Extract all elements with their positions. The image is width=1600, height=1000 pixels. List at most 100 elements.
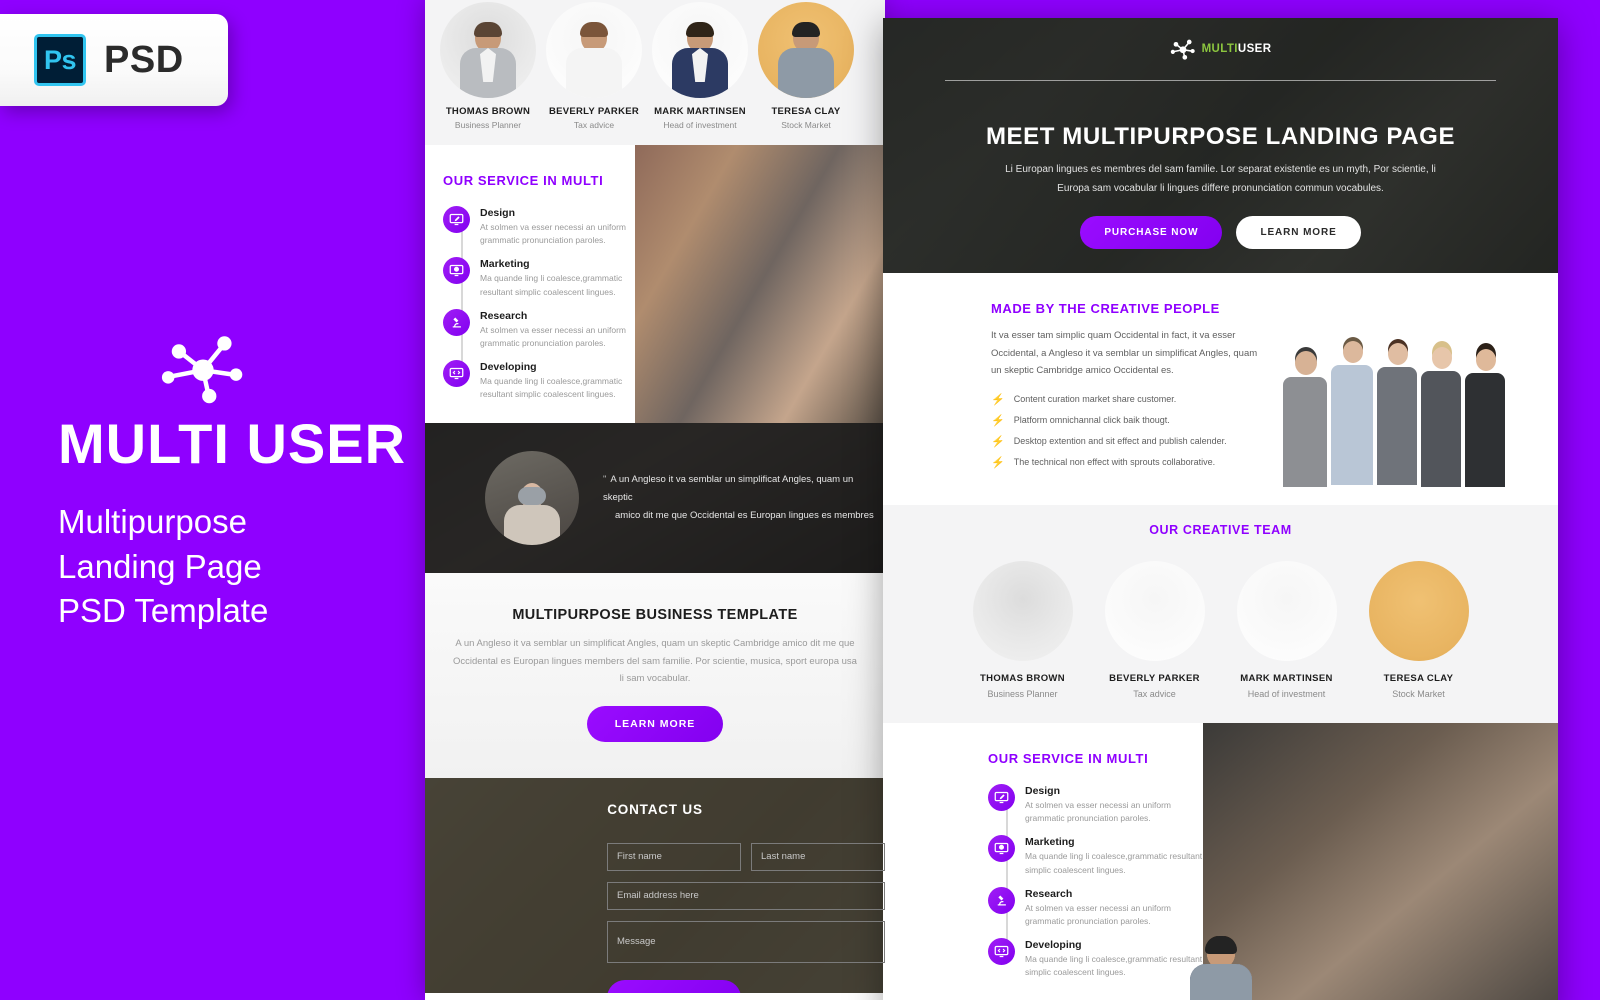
cta-heading: MULTIPURPOSE BUSINESS TEMPLATE xyxy=(512,607,798,623)
right-preview-panel: MULTIUSER MEET MULTIPURPOSE LANDING PAGE… xyxy=(883,18,1558,1000)
avatar xyxy=(440,2,536,98)
email-input[interactable] xyxy=(607,881,885,910)
team-member-role: Stock Market xyxy=(781,120,831,130)
network-nodes-icon xyxy=(1170,39,1195,60)
service-title: Research xyxy=(480,309,528,322)
marketing-monitor-icon xyxy=(443,257,470,285)
avatar xyxy=(1189,561,1337,1000)
mid-cta-section: MULTIPURPOSE BUSINESS TEMPLATE A un Angl… xyxy=(425,573,885,778)
team-member-card[interactable]: MARK MARTINSEN Head of investment xyxy=(1189,561,1342,1000)
psd-format-badge: Ps PSD xyxy=(0,14,228,106)
mid-testimonial-section: " A un Angleso it va semblar un simplific… xyxy=(425,423,885,573)
team-member-card: THOMAS BROWN Business Planner xyxy=(435,0,541,145)
team-member-role: Tax advice xyxy=(1133,689,1176,699)
made-by-bullet-list: ⚡ Content curation market share customer… xyxy=(991,394,1261,469)
team-member-card[interactable]: TERESA CLAY Stock Market xyxy=(1189,561,1474,1000)
learn-more-button[interactable]: LEARN MORE xyxy=(586,705,724,742)
list-item: ⚡ Desktop extention and sit effect and p… xyxy=(991,436,1261,448)
service-item[interactable]: Design At solmen va esser necessi an uni… xyxy=(443,206,635,247)
service-item[interactable]: Research At solmen va esser necessi an u… xyxy=(443,308,635,350)
avatar xyxy=(758,2,854,98)
bullet-text: Desktop extention and sit effect and pub… xyxy=(1013,435,1227,446)
service-heading: OUR SERVICE IN MULTI xyxy=(988,751,1149,766)
team-member-card: TERESA CLAY Stock Market xyxy=(753,0,859,145)
design-monitor-icon xyxy=(443,206,470,233)
made-by-heading: MADE BY THE CREATIVE PEOPLE xyxy=(991,301,1220,316)
service-item[interactable]: Design At solmen va esser necessi an uni… xyxy=(988,784,1203,825)
team-member-card[interactable]: BEVERLY PARKER Tax advice xyxy=(1100,561,1252,1000)
hero-heading: MEET MULTIPURPOSE LANDING PAGE xyxy=(985,123,1456,150)
avatar xyxy=(652,2,748,98)
team-heading: OUR CREATIVE TEAM xyxy=(1149,523,1292,537)
service-heading: OUR SERVICE IN MULTI xyxy=(443,173,604,188)
service-photo xyxy=(635,145,885,423)
message-input[interactable] xyxy=(607,920,885,963)
promo-panel: MULTI USER Multipurpose Landing Page PSD… xyxy=(0,330,425,634)
promo-title: MULTI USER xyxy=(58,412,407,475)
hero-paragraph: Li Europan lingues es membres del sam fa… xyxy=(1005,164,1436,194)
team-member-role: Stock Market xyxy=(1392,689,1445,699)
promo-subtitle: Multipurpose Landing Page PSD Template xyxy=(58,500,425,634)
site-logo[interactable]: MULTIUSER xyxy=(883,38,1558,60)
contact-submit-button[interactable]: CONTACT US xyxy=(607,979,742,993)
logo-text-user: USER xyxy=(1237,43,1272,55)
service-list: Design At solmen va esser necessi an uni… xyxy=(443,206,635,401)
service-desc: Ma quande ling li coalesce,grammatic res… xyxy=(480,376,623,400)
avatar xyxy=(1189,561,1469,1000)
first-name-input[interactable] xyxy=(607,842,741,871)
service-item[interactable]: Marketing Ma quande ling li coalesce,gra… xyxy=(988,835,1203,876)
service-desc: At solmen va esser necessi an uniform gr… xyxy=(1025,800,1171,824)
service-desc: At solmen va esser necessi an uniform gr… xyxy=(1025,902,1171,926)
team-member-role: Business Planner xyxy=(987,689,1058,699)
service-list: Design At solmen va esser necessi an uni… xyxy=(988,784,1203,979)
promo-subtitle-line-2: Landing Page xyxy=(58,547,262,585)
list-item: ⚡ Content curation market share customer… xyxy=(991,394,1261,406)
bullet-text: Content curation market share customer. xyxy=(1013,393,1177,404)
contact-heading: CONTACT US xyxy=(607,801,703,817)
service-item[interactable]: Developing Ma quande ling li coalesce,gr… xyxy=(988,938,1203,979)
purchase-now-button[interactable]: PURCHASE NOW xyxy=(1080,216,1223,249)
service-item[interactable]: Developing Ma quande ling li coalesce,gr… xyxy=(443,360,635,401)
creative-team-section: OUR CREATIVE TEAM THOMAS BROWN Business … xyxy=(883,505,1558,1000)
team-member-name: MARK MARTINSEN xyxy=(654,106,746,117)
team-member-name: TERESA CLAY xyxy=(771,106,841,117)
service-item[interactable]: Research At solmen va esser necessi an u… xyxy=(988,886,1203,928)
developing-code-icon xyxy=(443,360,470,388)
team-member-name: BEVERLY PARKER xyxy=(1109,673,1200,684)
psd-badge-label: PSD xyxy=(104,38,184,81)
testimonial-text: " A un Angleso it va semblar un simplific… xyxy=(603,471,885,525)
cta-paragraph: A un Angleso it va semblar un simplifica… xyxy=(453,638,857,685)
made-by-paragraph: It va esser tam simplic quam Occidental … xyxy=(991,330,1258,377)
service-desc: At solmen va esser necessi an uniform gr… xyxy=(480,222,626,246)
mid-contact-section: CONTACT US CONTACT US xyxy=(425,777,885,993)
service-title: Design xyxy=(480,207,516,219)
bolt-icon: ⚡ xyxy=(991,414,1005,427)
hero-divider xyxy=(945,80,1496,81)
research-microscope-icon xyxy=(988,886,1015,914)
marketing-monitor-icon xyxy=(988,835,1015,863)
last-name-input[interactable] xyxy=(751,842,885,871)
team-member-name: MARK MARTINSEN xyxy=(1240,673,1333,684)
service-desc: Ma quande ling li coalesce,grammatic res… xyxy=(1025,851,1203,875)
service-title: Developing xyxy=(1025,939,1082,952)
bolt-icon: ⚡ xyxy=(991,456,1005,469)
made-by-section: MADE BY THE CREATIVE PEOPLE It va esser … xyxy=(883,273,1558,505)
quote-mark: " xyxy=(603,473,607,485)
promo-subtitle-line-1: Multipurpose xyxy=(58,503,247,540)
learn-more-button[interactable]: LEARN MORE xyxy=(1236,216,1361,249)
team-member-role: Head of investment xyxy=(1247,689,1326,699)
service-photo xyxy=(1203,723,1558,1000)
service-desc: Ma quande ling li coalesce,grammatic res… xyxy=(1025,954,1203,978)
team-member-name: BEVERLY PARKER xyxy=(548,106,640,117)
team-member-role: Business Planner xyxy=(454,120,522,130)
testimonial-line-1: A un Angleso it va semblar un simplifica… xyxy=(603,473,854,503)
team-member-card[interactable]: THOMAS BROWN Business Planner xyxy=(968,561,1252,1000)
middle-preview-panel: THOMAS BROWN Business Planner BEVERLY PA… xyxy=(425,0,885,1000)
service-desc: Ma quande ling li coalesce,grammatic res… xyxy=(480,273,623,297)
mid-team-strip: THOMAS BROWN Business Planner BEVERLY PA… xyxy=(425,0,885,145)
bullet-text: The technical non effect with sprouts co… xyxy=(1013,456,1216,467)
team-member-name: TERESA CLAY xyxy=(1383,673,1454,684)
service-title: Marketing xyxy=(480,258,530,271)
team-member-name: THOMAS BROWN xyxy=(980,673,1065,684)
service-item[interactable]: Marketing Ma quande ling li coalesce,gra… xyxy=(443,257,635,298)
